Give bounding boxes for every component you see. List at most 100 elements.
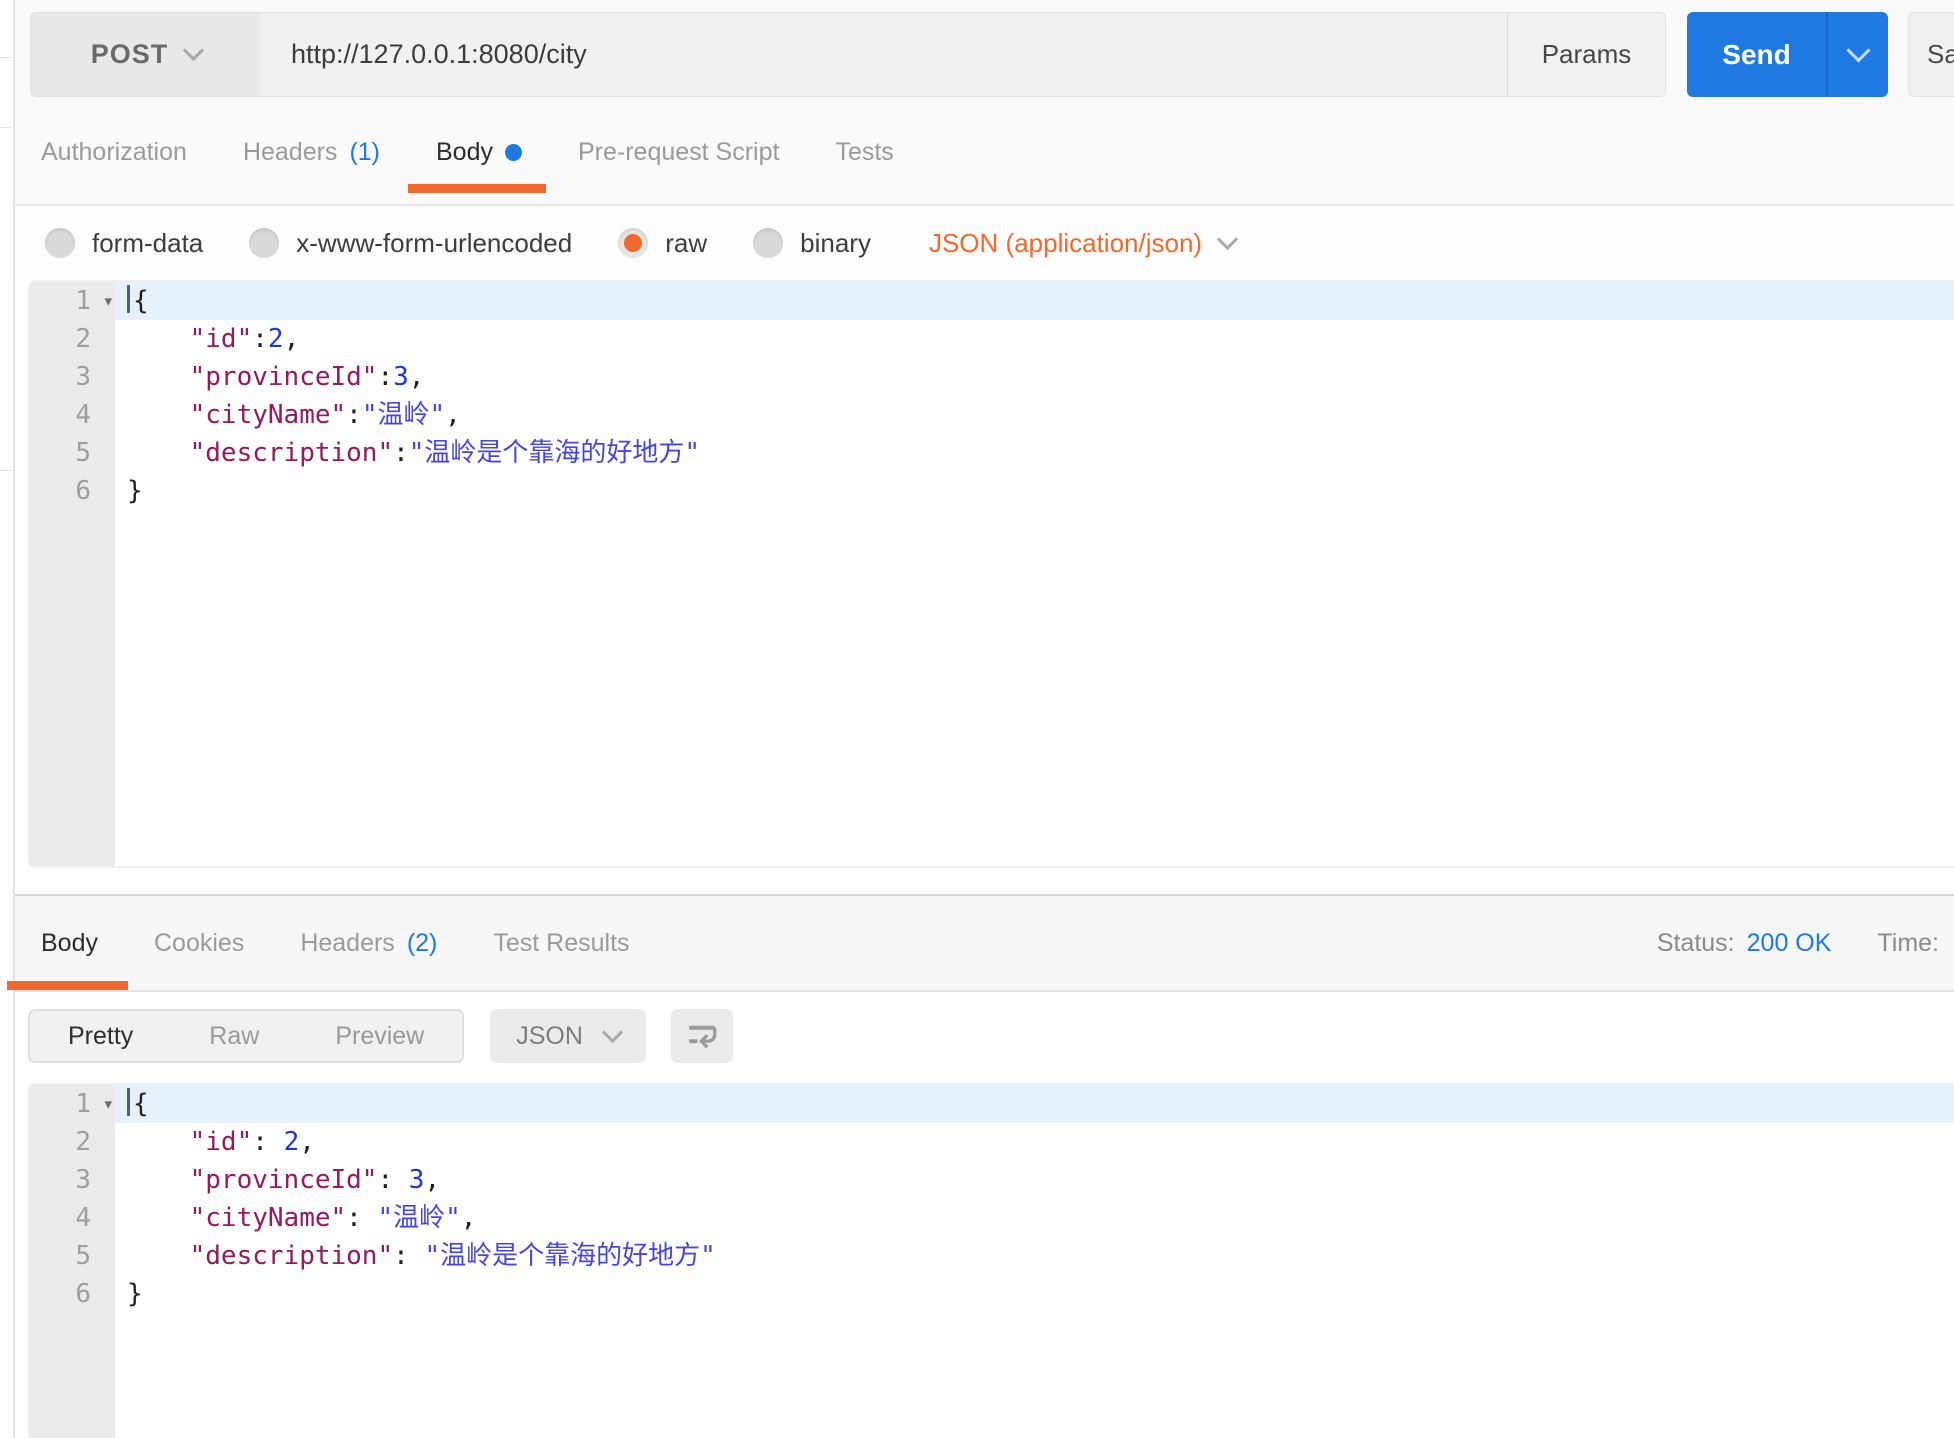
chevron-down-icon (183, 40, 204, 61)
wrap-lines-button[interactable] (671, 1009, 733, 1063)
headers-count-badge: (2) (407, 929, 438, 958)
view-pretty-button[interactable]: Pretty (30, 1011, 171, 1061)
tab-tests[interactable]: Tests (835, 100, 893, 204)
fold-arrow-icon[interactable]: ▾ (104, 1086, 112, 1124)
code-line[interactable]: 6} (30, 472, 1954, 510)
tab-body[interactable]: Body (436, 100, 522, 204)
url-input[interactable] (261, 13, 1507, 96)
code-line[interactable]: 4 "cityName": "温岭", (30, 1199, 1954, 1237)
tab-authorization[interactable]: Authorization (41, 100, 187, 204)
code-token: "温岭是个靠海的好地方" (409, 438, 700, 468)
code-line[interactable]: 6} (30, 1275, 1954, 1313)
code-token: : (346, 1203, 377, 1233)
radio-x-www-form-urlencoded[interactable]: x-www-form-urlencoded (249, 228, 572, 259)
headers-count-badge: (1) (349, 138, 380, 167)
code-token: : (377, 362, 393, 392)
code-text[interactable]: "provinceId": 3, (115, 1161, 1954, 1199)
response-body-editor[interactable]: 1▾{2 "id": 2,3 "provinceId": 3,4 "cityNa… (28, 1083, 1954, 1438)
code-line[interactable]: 4 "cityName":"温岭", (30, 396, 1954, 434)
code-line[interactable]: 3 "provinceId": 3, (30, 1161, 1954, 1199)
code-token (127, 324, 190, 354)
url-group: POST Params (30, 12, 1666, 97)
code-token: 2 (268, 324, 284, 354)
chevron-down-icon (602, 1021, 623, 1042)
code-line[interactable]: 2 "id": 2, (30, 1123, 1954, 1161)
body-filled-dot-icon (505, 144, 522, 161)
tab-test-results[interactable]: Test Results (493, 896, 629, 990)
code-token: 3 (393, 362, 409, 392)
chevron-down-icon (1217, 228, 1238, 249)
response-meta: Status: 200 OK Time: (1657, 929, 1939, 958)
radio-raw[interactable]: raw (618, 228, 707, 259)
code-line[interactable]: 3 "provinceId":3, (30, 358, 1954, 396)
code-token: "provinceId" (190, 1165, 378, 1195)
tab-label: Headers (300, 929, 395, 958)
code-token: "cityName" (190, 400, 347, 430)
line-number: 5 (30, 434, 115, 472)
radio-icon (45, 228, 75, 258)
code-text[interactable]: "cityName":"温岭", (115, 396, 1954, 434)
tab-label: Authorization (41, 138, 187, 167)
send-button-group: Send (1687, 12, 1888, 97)
view-preview-button[interactable]: Preview (297, 1011, 462, 1061)
code-token: } (127, 1279, 143, 1309)
sidebar-edge (0, 0, 15, 1438)
code-text[interactable]: "description": "温岭是个靠海的好地方" (115, 1237, 1954, 1275)
code-text[interactable]: "id":2, (115, 320, 1954, 358)
params-label: Params (1542, 39, 1632, 70)
tab-pre-request-script[interactable]: Pre-request Script (578, 100, 779, 204)
line-number: 2 (30, 1123, 115, 1161)
code-token: { (133, 286, 149, 316)
code-token: , (299, 1127, 315, 1157)
code-token: : (393, 438, 409, 468)
content-type-select[interactable]: JSON (application/json) (929, 228, 1235, 259)
app-window: POST Params Send Save Authorizat (0, 0, 1954, 1438)
request-body-editor[interactable]: 1▾{2 "id":2,3 "provinceId":3,4 "cityName… (28, 280, 1954, 868)
tab-headers[interactable]: Headers (1) (243, 100, 380, 204)
method-select[interactable]: POST (31, 13, 261, 96)
code-line[interactable]: 1▾{ (30, 1085, 1954, 1123)
radio-form-data[interactable]: form-data (45, 228, 203, 259)
code-token: "温岭是个靠海的好地方" (424, 1241, 715, 1271)
code-text[interactable]: { (115, 282, 1954, 320)
fold-arrow-icon[interactable]: ▾ (104, 283, 112, 321)
code-token (127, 1241, 190, 1271)
response-format-select[interactable]: JSON (490, 1009, 646, 1063)
code-line[interactable]: 2 "id":2, (30, 320, 1954, 358)
url-bar: POST Params Send Save (15, 0, 1954, 100)
code-line[interactable]: 5 "description": "温岭是个靠海的好地方" (30, 1237, 1954, 1275)
radio-selected-icon (618, 228, 648, 258)
code-text[interactable]: } (115, 472, 1954, 510)
code-line[interactable]: 1▾{ (30, 282, 1954, 320)
code-text[interactable]: "provinceId":3, (115, 358, 1954, 396)
code-token: "温岭" (377, 1203, 460, 1233)
send-options-button[interactable] (1826, 12, 1888, 97)
response-view-switch: Pretty Raw Preview (28, 1009, 464, 1063)
send-button[interactable]: Send (1687, 12, 1826, 97)
code-text[interactable]: "cityName": "温岭", (115, 1199, 1954, 1237)
tab-label: Headers (243, 138, 338, 167)
code-text[interactable]: } (115, 1275, 1954, 1313)
view-raw-button[interactable]: Raw (171, 1011, 297, 1061)
code-token (127, 1127, 190, 1157)
code-token: , (461, 1203, 477, 1233)
code-text[interactable]: { (115, 1085, 1954, 1123)
tab-response-headers[interactable]: Headers (2) (300, 896, 437, 990)
save-button[interactable]: Save (1908, 12, 1954, 97)
code-token: : (252, 324, 268, 354)
code-line[interactable]: 5 "description":"温岭是个靠海的好地方" (30, 434, 1954, 472)
radio-binary[interactable]: binary (753, 228, 871, 259)
tab-cookies[interactable]: Cookies (154, 896, 244, 990)
code-token: 3 (409, 1165, 425, 1195)
code-token: : (377, 1165, 408, 1195)
code-token: "description" (190, 438, 394, 468)
line-number: 3 (30, 1161, 115, 1199)
radio-icon (753, 228, 783, 258)
code-text[interactable]: "description":"温岭是个靠海的好地方" (115, 434, 1954, 472)
code-text[interactable]: "id": 2, (115, 1123, 1954, 1161)
code-token: "id" (190, 1127, 253, 1157)
code-token: : (252, 1127, 283, 1157)
params-button[interactable]: Params (1507, 13, 1665, 96)
tab-response-body[interactable]: Body (41, 896, 98, 990)
view-label: Raw (209, 1022, 259, 1051)
